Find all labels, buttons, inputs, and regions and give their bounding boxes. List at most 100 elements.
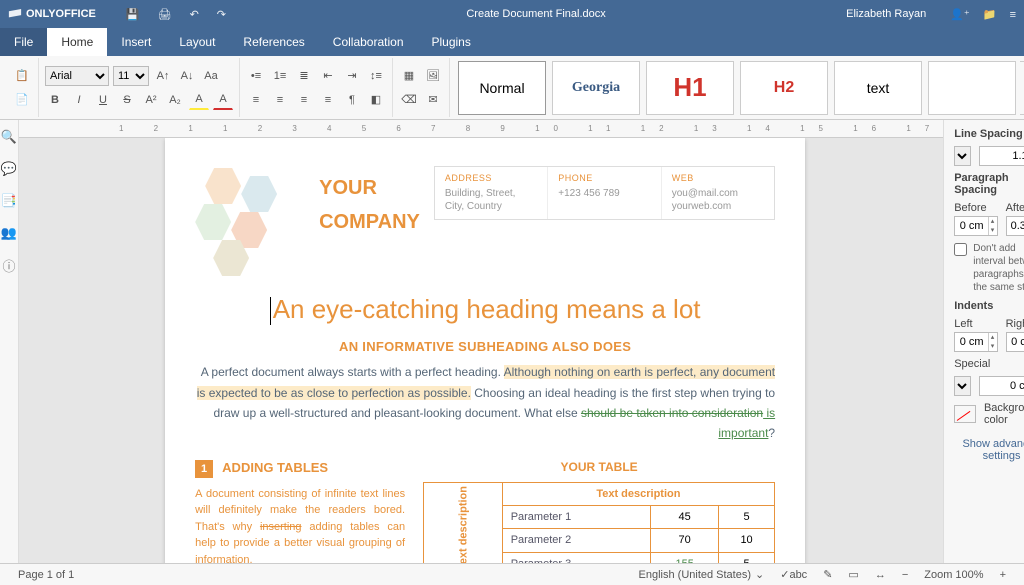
clear-format-icon[interactable]: ⌫: [399, 90, 419, 110]
user-name: Elizabeth Rayan: [846, 8, 926, 20]
indent-dec-icon[interactable]: ⇤: [318, 66, 338, 86]
phone-value: +123 456 789: [558, 187, 650, 200]
font-color-icon[interactable]: A: [213, 90, 233, 110]
intro-paragraph[interactable]: A perfect document always starts with a …: [195, 362, 775, 444]
zoom-in-icon[interactable]: +: [1000, 569, 1006, 581]
tab-file[interactable]: File: [0, 28, 47, 56]
font-name-select[interactable]: Arial: [45, 66, 109, 86]
font-size-select[interactable]: 11: [113, 66, 149, 86]
tab-plugins[interactable]: Plugins: [418, 28, 485, 56]
table-header: Text description: [502, 482, 774, 505]
special-label: Special: [954, 358, 990, 370]
style-h2[interactable]: H2: [740, 61, 828, 115]
feedback-icon[interactable]: ⓘ: [0, 256, 18, 274]
print-icon[interactable]: 🖨: [158, 8, 172, 21]
company-line2: COMPANY: [319, 210, 420, 234]
bullets-icon[interactable]: •≡: [246, 66, 266, 86]
insert-image-icon[interactable]: 🖼: [423, 66, 443, 86]
mailmerge-icon[interactable]: ✉: [423, 90, 443, 110]
bg-color-swatch[interactable]: [954, 405, 976, 423]
tab-references[interactable]: References: [229, 28, 318, 56]
document-scroll[interactable]: YOUR COMPANY ADDRESS Building, Street, C…: [19, 138, 943, 563]
copy-icon[interactable]: 📋: [12, 66, 32, 86]
tab-layout[interactable]: Layout: [165, 28, 229, 56]
style-text[interactable]: text: [834, 61, 922, 115]
tab-insert[interactable]: Insert: [107, 28, 165, 56]
redo-icon[interactable]: ↷: [217, 8, 226, 21]
paragraph-panel: Line Spacing Multiple ▴▾ Paragraph Spaci…: [943, 120, 1024, 563]
subscript-button[interactable]: A₂: [165, 90, 185, 110]
spacing-before-input[interactable]: ▴▾: [954, 216, 997, 236]
insert-table-icon[interactable]: ▦: [399, 66, 419, 86]
decrease-font-icon[interactable]: A↓: [177, 66, 197, 86]
multilevel-icon[interactable]: ≣: [294, 66, 314, 86]
section-body[interactable]: A document consisting of infinite text l…: [195, 486, 405, 563]
fit-page-icon[interactable]: ▭: [848, 568, 858, 581]
align-center-icon[interactable]: ≡: [270, 90, 290, 110]
app-name: ONLYOFFICE: [26, 8, 96, 20]
save-icon[interactable]: 💾: [126, 8, 140, 21]
advanced-settings-link[interactable]: Show advanced settings: [954, 438, 1024, 462]
zoom-level[interactable]: Zoom 100%: [924, 569, 983, 581]
increase-font-icon[interactable]: A↑: [153, 66, 173, 86]
style-h1[interactable]: H1: [646, 61, 734, 115]
phone-label: PHONE: [558, 173, 650, 183]
no-interval-check[interactable]: Don't add interval between paragraphs of…: [954, 242, 1024, 294]
undo-icon[interactable]: ↶: [190, 8, 199, 21]
indent-left-input[interactable]: ▴▾: [954, 332, 997, 352]
change-case-icon[interactable]: Aa: [201, 66, 221, 86]
spellcheck-icon[interactable]: ✓abc: [780, 568, 807, 581]
align-left-icon[interactable]: ≡: [246, 90, 266, 110]
tab-home[interactable]: Home: [47, 28, 107, 56]
bg-color-label: Background color: [984, 402, 1024, 426]
contact-box: ADDRESS Building, Street, City, Country …: [434, 166, 775, 220]
superscript-button[interactable]: A²: [141, 90, 161, 110]
numbering-icon[interactable]: 1≡: [270, 66, 290, 86]
special-mode[interactable]: (none): [954, 376, 971, 396]
after-label: After: [1006, 202, 1024, 214]
style-georgia[interactable]: Georgia: [552, 61, 640, 115]
zoom-out-icon[interactable]: −: [902, 569, 908, 581]
data-table[interactable]: Text description Text description Parame…: [423, 482, 775, 563]
indent-inc-icon[interactable]: ⇥: [342, 66, 362, 86]
main-heading[interactable]: An eye-catching heading means a lot: [195, 294, 775, 325]
shading-icon[interactable]: ◧: [366, 90, 386, 110]
align-right-icon[interactable]: ≡: [294, 90, 314, 110]
style-dropdown-icon[interactable]: ⌄: [1020, 61, 1024, 115]
bold-button[interactable]: B: [45, 90, 65, 110]
strike-button[interactable]: S: [117, 90, 137, 110]
line-spacing-icon[interactable]: ↕≡: [366, 66, 386, 86]
line-spacing-label: Line Spacing: [954, 128, 1024, 140]
special-value[interactable]: ▴▾: [979, 376, 1024, 396]
menu-icon[interactable]: ≡: [1010, 9, 1016, 21]
sub-heading[interactable]: AN INFORMATIVE SUBHEADING ALSO DOES: [195, 339, 775, 354]
align-justify-icon[interactable]: ≡: [318, 90, 338, 110]
indent-left-label: Left: [954, 318, 997, 330]
para-spacing-label: Paragraph Spacing: [954, 172, 1024, 196]
nonprinting-icon[interactable]: ¶: [342, 90, 362, 110]
spacing-after-input[interactable]: ▴▾: [1006, 216, 1024, 236]
search-icon[interactable]: 🔍: [0, 128, 18, 146]
before-label: Before: [954, 202, 997, 214]
page-count[interactable]: Page 1 of 1: [18, 569, 74, 581]
style-normal[interactable]: Normal: [458, 61, 546, 115]
open-location-icon[interactable]: 📁: [983, 9, 997, 21]
document-page[interactable]: YOUR COMPANY ADDRESS Building, Street, C…: [165, 138, 805, 563]
style-empty[interactable]: [928, 61, 1016, 115]
indent-right-input[interactable]: ▴▾: [1006, 332, 1024, 352]
language-select[interactable]: English (United States) ⌄: [639, 568, 765, 581]
chat-icon[interactable]: 👥: [0, 224, 18, 242]
add-user-icon[interactable]: 👤⁺: [950, 9, 970, 21]
comments-icon[interactable]: 💬: [0, 160, 18, 178]
highlight-color-icon[interactable]: A: [189, 90, 209, 110]
underline-button[interactable]: U: [93, 90, 113, 110]
italic-button[interactable]: I: [69, 90, 89, 110]
line-spacing-value[interactable]: ▴▾: [979, 146, 1024, 166]
paste-icon[interactable]: 📄: [12, 90, 32, 110]
tab-collaboration[interactable]: Collaboration: [319, 28, 418, 56]
line-spacing-mode[interactable]: Multiple: [954, 146, 971, 166]
track-changes-icon[interactable]: ✎: [823, 568, 832, 581]
fit-width-icon[interactable]: ↔: [875, 569, 886, 581]
navigation-icon[interactable]: 📑: [0, 192, 18, 210]
horizontal-ruler[interactable]: 1 2 1 1 2 3 4 5 6 7 8 9 10 11 12 13 14 1…: [19, 120, 943, 138]
